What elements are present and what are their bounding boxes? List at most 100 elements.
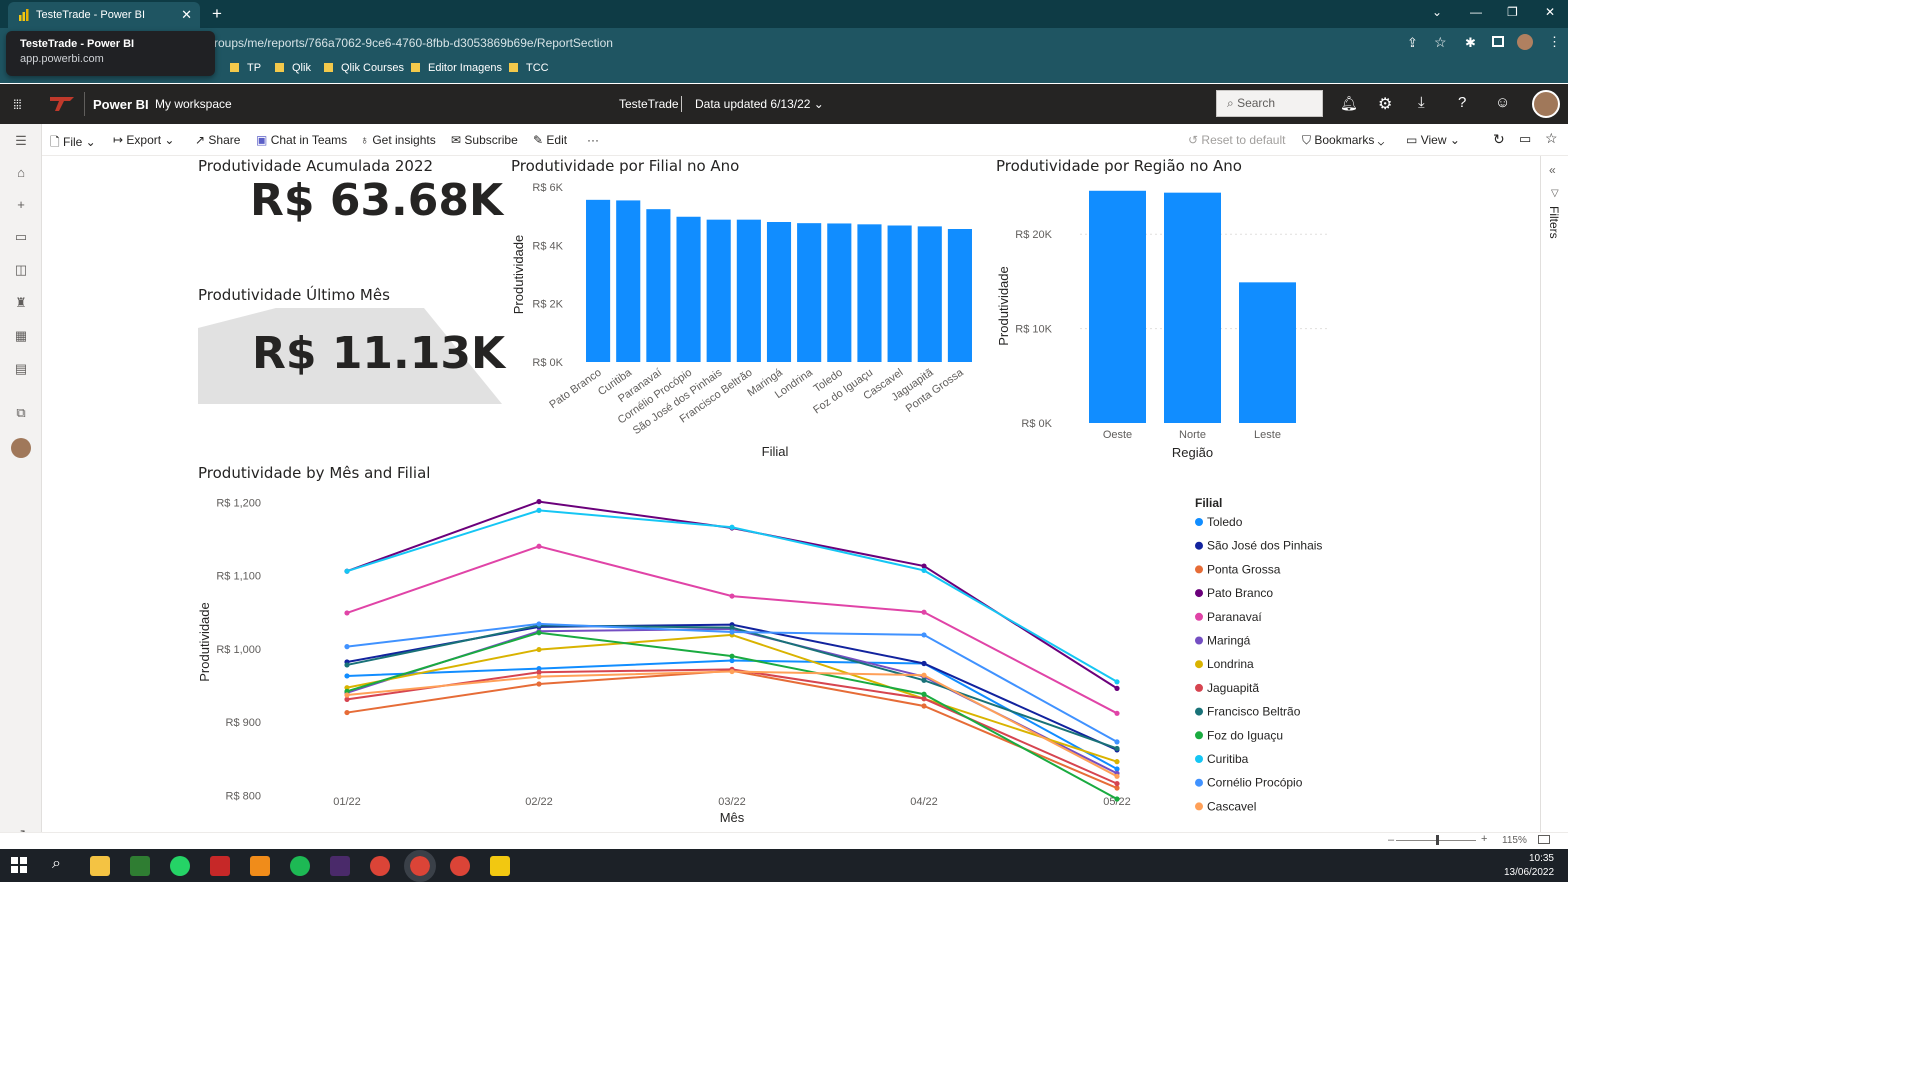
bar-paranavai[interactable] (646, 209, 671, 362)
browser-menu-icon[interactable]: ⋮ (1548, 34, 1561, 50)
bookmark-tcc[interactable]: TCC (509, 62, 549, 74)
whatsapp-icon[interactable] (170, 856, 190, 876)
bar-chart-regiao[interactable]: R$ 0K R$ 10K R$ 20K Oeste Norte Leste Produtiv… (990, 176, 1330, 464)
search-input[interactable]: ⌕ Search (1216, 90, 1323, 117)
notifications-icon[interactable]: 🔔︎ (1340, 95, 1358, 112)
file-menu[interactable]: 🗋︎ File ⌄ (50, 133, 96, 154)
browser-tab[interactable]: TesteTrade - Power BI ✕ (8, 2, 200, 28)
legend-item-cornelio-procopio[interactable]: Cornélio Procópio (1207, 776, 1303, 790)
bar-curitiba[interactable] (616, 200, 641, 362)
line-chart-mes-filial[interactable]: R$ 800 R$ 900 R$ 1,000 R$ 1,100 R$ 1,200 01/2… (195, 490, 1335, 830)
file-explorer-icon[interactable] (90, 856, 110, 876)
chrome-icon[interactable] (370, 856, 390, 876)
bar-francisco-beltrao[interactable] (736, 219, 761, 362)
bar-toledo[interactable] (827, 223, 852, 362)
app-launcher-icon[interactable]: ⁞⁞⁞ (13, 97, 22, 112)
legend-item-sao-jose-dos-pinhais[interactable]: São José dos Pinhais (1207, 539, 1322, 553)
comment-icon[interactable]: ▭ (1519, 131, 1531, 147)
legend-item-londrina[interactable]: Londrina (1207, 657, 1254, 671)
tab-search-icon[interactable]: ⌄ (1432, 5, 1442, 19)
user-avatar[interactable] (1532, 90, 1560, 118)
legend-item-maringa[interactable]: Maringá (1207, 634, 1251, 648)
restore-icon[interactable]: ❐ (1507, 5, 1518, 19)
data-updated[interactable]: Data updated 6/13/22 ⌄ (695, 97, 824, 111)
bar-norte[interactable] (1164, 192, 1221, 423)
subscribe-button[interactable]: ✉ Subscribe (451, 133, 518, 147)
legend-item-pato-branco[interactable]: Pato Branco (1207, 586, 1273, 600)
hamburger-icon[interactable]: ☰ (11, 133, 31, 149)
goals-icon[interactable]: ♜ (11, 295, 31, 311)
line-maringa[interactable] (346, 628, 1118, 775)
download-icon[interactable]: ⤓ (1418, 94, 1425, 111)
legend-item-foz-do-iguacu[interactable]: Foz do Iguaçu (1207, 728, 1283, 742)
line-sao-jose-dos-pinhais[interactable] (346, 623, 1118, 751)
spotify-icon[interactable] (290, 856, 310, 876)
line-ponta-grossa[interactable] (346, 669, 1118, 789)
minimize-icon[interactable]: — (1470, 5, 1482, 19)
fit-to-page-icon[interactable] (1538, 835, 1550, 844)
apps-icon[interactable]: ▦ (11, 328, 31, 344)
zoom-in-button[interactable]: + (1481, 833, 1487, 845)
chat-in-teams-button[interactable]: ▣ Chat in Teams (256, 133, 347, 147)
bookmark-editor-imagens[interactable]: Editor Imagens (411, 62, 502, 74)
workspace-link[interactable]: My workspace (155, 97, 232, 111)
line-francisco-beltrao[interactable] (346, 624, 1118, 750)
bar-londrina[interactable] (797, 223, 822, 362)
help-icon[interactable]: ? (1458, 94, 1466, 111)
star-icon[interactable]: ☆ (1434, 34, 1447, 51)
export-menu[interactable]: ↦ Export ⌄ (113, 133, 174, 147)
app-icon-red[interactable] (210, 856, 230, 876)
my-workspace-avatar[interactable] (11, 438, 31, 458)
bar-maringa[interactable] (766, 222, 792, 362)
extensions-icon[interactable]: ✱ (1465, 35, 1476, 51)
app-icon-purple[interactable] (330, 856, 350, 876)
clock-date[interactable]: 13/06/2022 (1504, 867, 1554, 878)
spreadsheet-app-icon[interactable] (130, 856, 150, 876)
bookmark-tp[interactable]: TP (230, 62, 261, 74)
clock-time[interactable]: 10:35 (1524, 853, 1554, 864)
zoom-out-button[interactable]: – (1388, 834, 1394, 846)
bar-jaguapita[interactable] (917, 226, 942, 362)
share-page-icon[interactable]: ⇪ (1407, 35, 1418, 51)
edit-button[interactable]: ✎ Edit (533, 133, 567, 147)
bar-pato-branco[interactable] (586, 199, 611, 362)
browse-icon[interactable]: ▭ (11, 229, 31, 245)
reset-to-default-button[interactable]: ↺ Reset to default (1188, 133, 1285, 147)
refresh-icon[interactable]: ↻ (1493, 131, 1505, 148)
bar-leste[interactable] (1239, 282, 1296, 423)
line-jaguapita[interactable] (346, 668, 1118, 785)
bar-foz-do-iguacu[interactable] (857, 224, 882, 362)
legend-item-francisco-beltrao[interactable]: Francisco Beltrão (1207, 705, 1301, 719)
powerbi-desktop-icon[interactable] (490, 856, 510, 876)
zoom-slider-thumb[interactable] (1436, 835, 1439, 845)
app-name[interactable]: Power BI (93, 97, 149, 112)
windows-start-icon[interactable] (11, 857, 27, 873)
sidepanel-icon[interactable] (1492, 36, 1504, 47)
share-button[interactable]: ↗ Share (195, 133, 240, 147)
bar-chart-filial[interactable]: R$ 0KR$ 2KR$ 4KR$ 6KPato BrancoCuritibaP… (505, 176, 985, 464)
legend-item-cascavel[interactable]: Cascavel (1207, 799, 1256, 813)
workspaces-icon[interactable]: ⧉ (11, 405, 31, 421)
kpi-last-value[interactable]: R$ 11.13K (252, 328, 505, 379)
legend-item-paranavai[interactable]: Paranavaí (1207, 610, 1262, 624)
new-tab-button[interactable]: + (212, 4, 222, 24)
collapse-filters-icon[interactable]: « (1549, 163, 1556, 177)
url-text[interactable]: roups/me/reports/766a7062-9ce6-4760-8fbb… (214, 36, 613, 50)
bar-ponta-grossa[interactable] (947, 229, 972, 362)
filters-label[interactable]: Filters (1547, 206, 1561, 239)
more-options-button[interactable]: ··· (587, 133, 599, 147)
feedback-icon[interactable]: ☺ (1495, 94, 1510, 111)
bar-cornelio-procopio[interactable] (676, 216, 701, 362)
bar-sao-jose-dos-pinhais[interactable] (706, 219, 731, 362)
bar-cascavel[interactable] (887, 225, 912, 363)
get-insights-button[interactable]: ♁ Get insights (360, 133, 436, 147)
close-tab-icon[interactable]: ✕ (181, 7, 192, 23)
bookmark-qlik-courses[interactable]: Qlik Courses (324, 62, 404, 74)
learn-icon[interactable]: ▤ (11, 361, 31, 377)
bar-oeste[interactable] (1089, 190, 1146, 423)
profile-avatar[interactable] (1517, 34, 1533, 50)
home-icon[interactable]: ⌂ (11, 165, 31, 181)
chrome-profile-icon[interactable] (450, 856, 470, 876)
legend-item-ponta-grossa[interactable]: Ponta Grossa (1207, 562, 1281, 576)
close-window-icon[interactable]: ✕ (1545, 5, 1555, 19)
